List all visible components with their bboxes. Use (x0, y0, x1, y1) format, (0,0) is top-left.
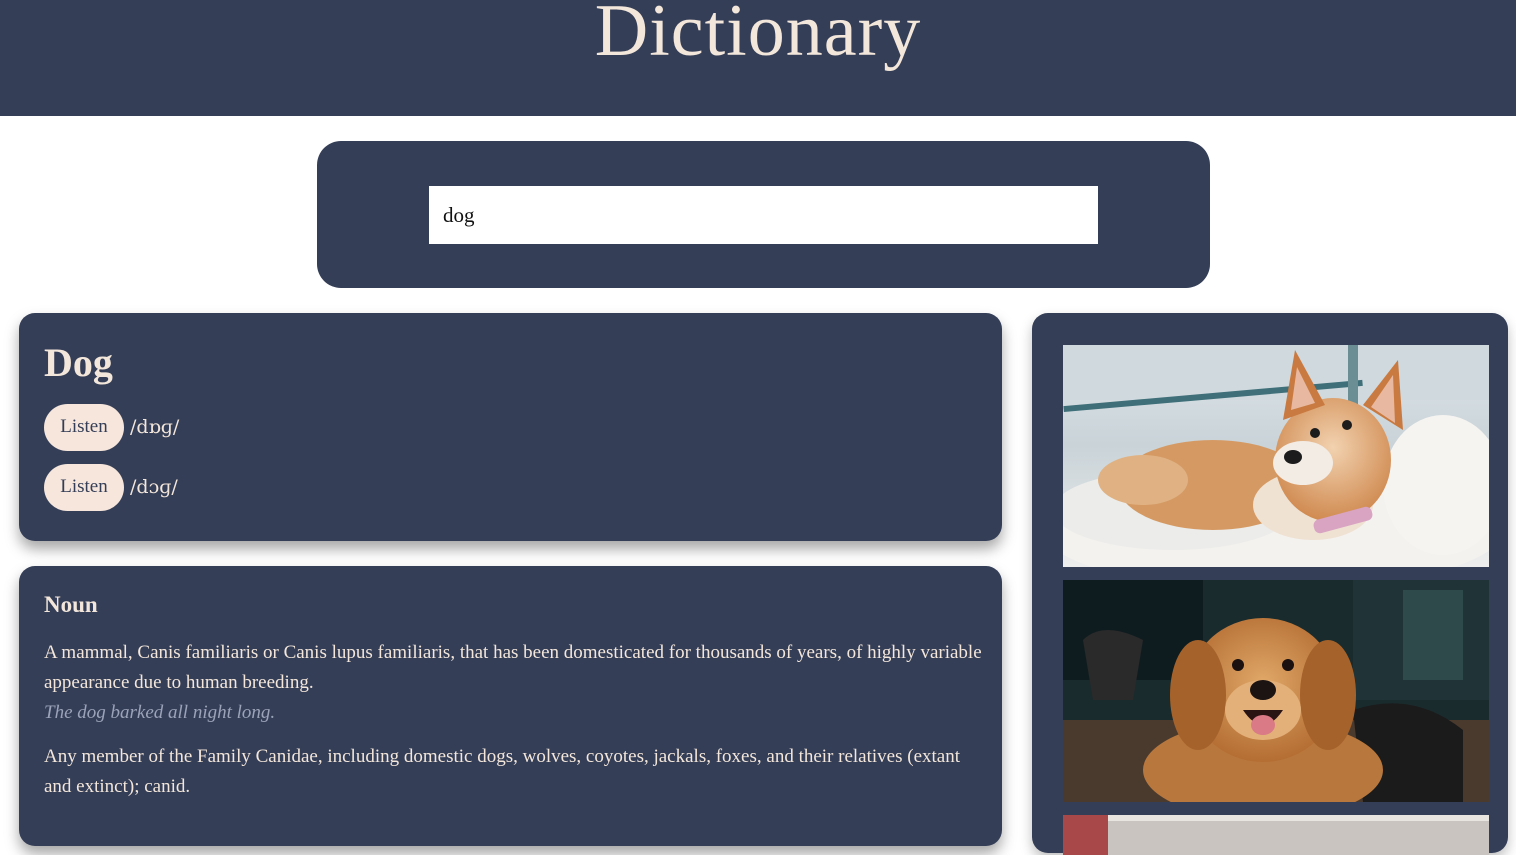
phonetic-row: Listen /dɒɡ/ (44, 403, 179, 451)
site-header: Dictionary (0, 0, 1516, 116)
listen-button[interactable]: Listen (44, 403, 124, 451)
search-panel (317, 141, 1210, 288)
images-card (1032, 313, 1508, 855)
dog-photo (1063, 815, 1489, 855)
golden-retriever-photo (1063, 580, 1489, 802)
word-title: Dog (44, 340, 113, 385)
example-text: The dog barked all night long. (44, 702, 276, 723)
site-title: Dictionary (594, 0, 922, 72)
shiba-inu-puppy-photo (1063, 345, 1489, 567)
phonetic-text: /dɒɡ/ (130, 416, 180, 438)
definition-item: Any member of the Family Canidae, includ… (44, 742, 984, 802)
definition-list: A mammal, Canis familiaris or Canis lupu… (44, 638, 984, 816)
phonetic-row: Listen /dɔɡ/ (44, 463, 178, 511)
definition-text: A mammal, Canis familiaris or Canis lupu… (44, 642, 982, 693)
listen-button[interactable]: Listen (44, 463, 124, 511)
meaning-card: Noun A mammal, Canis familiaris or Canis… (19, 566, 1002, 846)
phonetic-text: /dɔɡ/ (130, 476, 178, 498)
definition-text: Any member of the Family Canidae, includ… (44, 746, 960, 797)
search-input[interactable] (429, 186, 1098, 244)
definition-item: A mammal, Canis familiaris or Canis lupu… (44, 638, 984, 728)
part-of-speech-label: Noun (44, 592, 98, 617)
word-card: Dog Listen /dɒɡ/ Listen /dɔɡ/ (19, 313, 1002, 541)
